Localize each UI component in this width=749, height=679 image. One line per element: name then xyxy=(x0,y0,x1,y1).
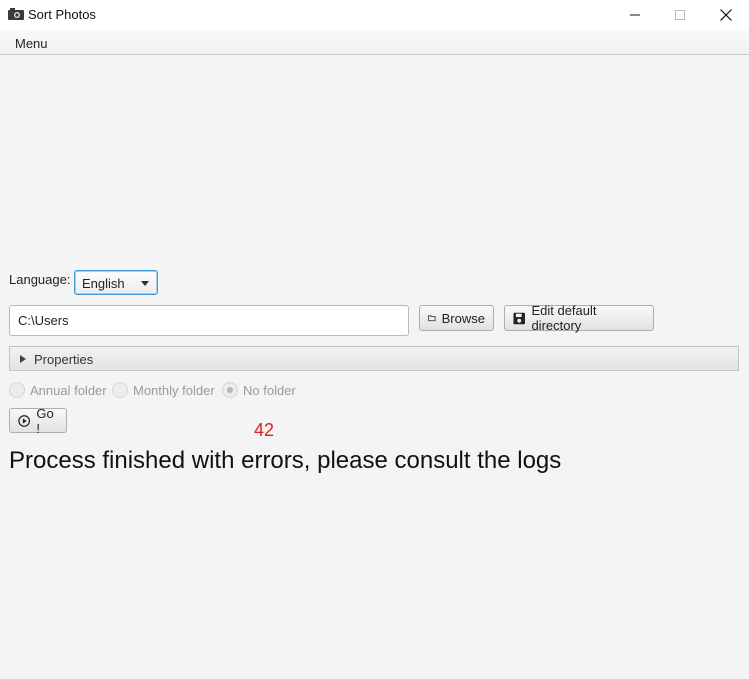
radio-circle xyxy=(9,382,25,398)
radio-none-label: No folder xyxy=(243,382,296,398)
browse-button[interactable]: Browse xyxy=(419,305,494,331)
radio-no-folder[interactable]: No folder xyxy=(222,382,296,398)
language-label: Language: xyxy=(9,272,71,287)
edit-default-label: Edit default directory xyxy=(531,303,597,333)
directory-path-input[interactable] xyxy=(9,305,409,336)
properties-label: Properties xyxy=(34,352,94,367)
radio-annual-folder[interactable]: Annual folder xyxy=(9,382,107,398)
radio-monthly-label: Monthly folder xyxy=(133,382,215,398)
minimize-button[interactable] xyxy=(612,0,658,30)
properties-pane[interactable]: Properties xyxy=(9,346,739,371)
edit-default-directory-button[interactable]: Edit default directory xyxy=(504,303,654,333)
chevron-right-icon xyxy=(20,355,26,363)
radio-monthly-folder[interactable]: Monthly folder xyxy=(112,382,215,398)
title-bar: Sort Photos xyxy=(0,0,749,30)
go-button[interactable]: Go ! xyxy=(9,405,67,436)
status-message: Process finished with errors, please con… xyxy=(9,447,562,474)
close-button[interactable] xyxy=(703,0,749,30)
camera-icon xyxy=(8,8,24,20)
browse-label: Browse xyxy=(441,310,485,326)
chevron-down-icon xyxy=(141,281,149,286)
minimize-icon xyxy=(630,14,640,16)
close-icon xyxy=(720,9,732,21)
processed-count: 42 xyxy=(254,420,275,440)
language-value: English xyxy=(82,276,125,291)
window-title: Sort Photos xyxy=(28,7,96,22)
menu-item-menu[interactable]: Menu xyxy=(15,36,48,51)
radio-circle-selected xyxy=(222,382,238,398)
play-circle-icon xyxy=(18,414,31,427)
folder-icon xyxy=(428,315,436,322)
menu-bar: Menu xyxy=(0,30,749,55)
radio-dot xyxy=(227,387,233,393)
maximize-icon xyxy=(675,10,685,20)
go-label: Go ! xyxy=(36,405,54,436)
maximize-button[interactable] xyxy=(657,0,703,30)
language-select[interactable]: English xyxy=(74,270,158,295)
radio-annual-label: Annual folder xyxy=(30,382,107,398)
save-icon xyxy=(513,312,525,324)
radio-circle xyxy=(112,382,128,398)
